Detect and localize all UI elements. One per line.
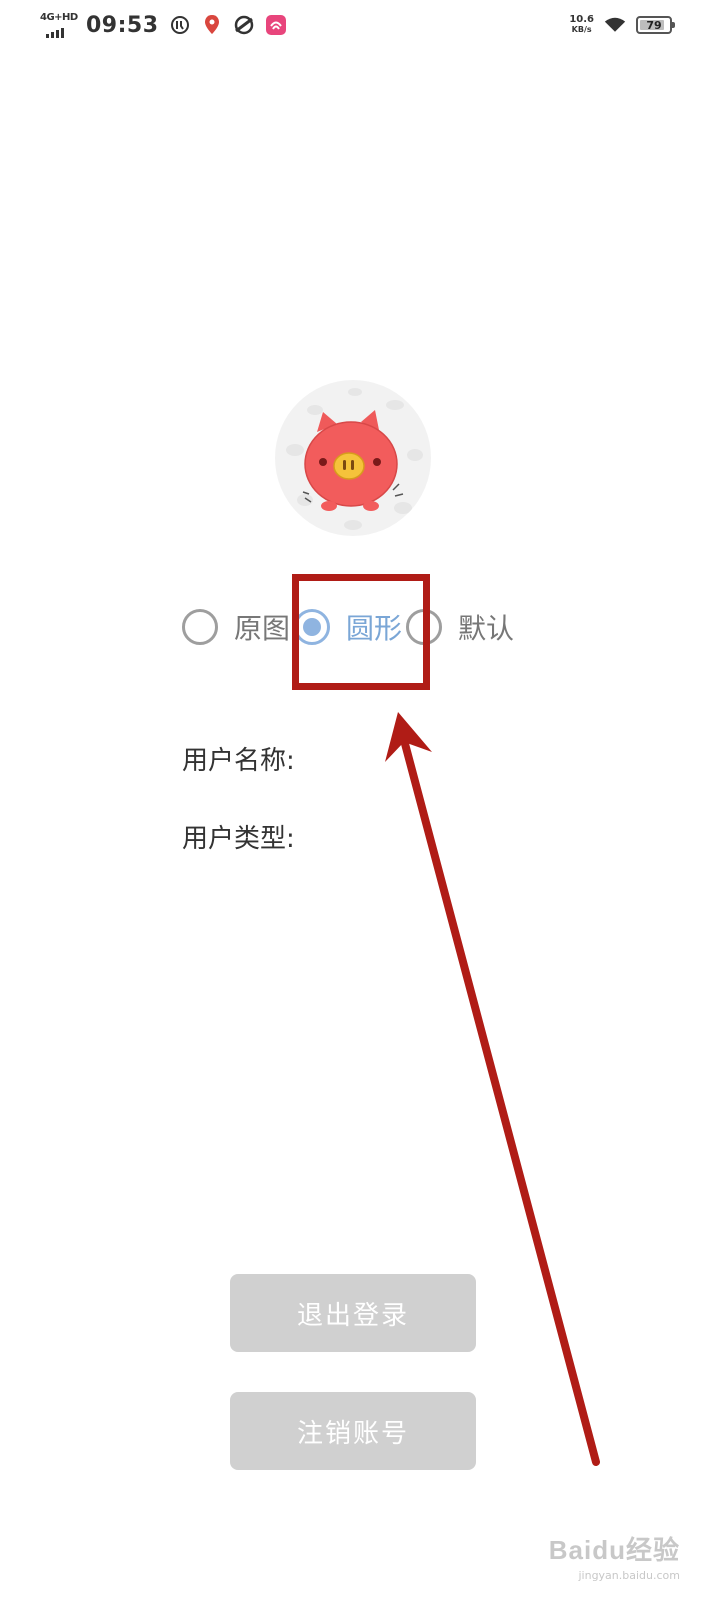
baidu-jingyan-watermark: Baidu经验 jingyan.baidu.com <box>549 1530 680 1582</box>
annotation-highlight-box <box>292 574 430 690</box>
cancel-account-button[interactable]: 注销账号 <box>230 1392 476 1470</box>
username-label: 用户名称: <box>182 746 295 776</box>
status-bar: 4G+HD 09:53 10.6 KB/s 79 <box>0 0 720 56</box>
radio-option-original[interactable]: 原图 <box>182 607 290 647</box>
clock-time: 09:53 <box>86 12 159 38</box>
radio-button[interactable] <box>182 609 218 645</box>
logout-button[interactable]: 退出登录 <box>230 1274 476 1352</box>
speed-value: 10.6 <box>569 14 594 25</box>
battery-level: 79 <box>646 18 662 32</box>
network-speed: 10.6 KB/s <box>569 15 594 35</box>
pig-avatar-icon <box>286 388 423 530</box>
cellular-signal-icon: 4G+HD <box>40 12 78 38</box>
speed-unit: KB/s <box>571 25 592 34</box>
wifi-icon <box>604 14 626 36</box>
app-notification-icon <box>265 14 287 36</box>
watermark-url: jingyan.baidu.com <box>578 1569 680 1582</box>
radio-label: 默认 <box>458 612 515 645</box>
watermark-logo: Baidu经验 <box>548 1535 680 1565</box>
usertype-label: 用户类型: <box>182 824 295 854</box>
sync-icon <box>233 14 255 36</box>
battery-icon: 79 <box>636 16 675 34</box>
network-type: 4G+HD <box>40 12 78 23</box>
radio-label: 原图 <box>234 612 291 645</box>
user-avatar[interactable] <box>275 380 431 536</box>
location-pin-icon <box>201 14 223 36</box>
data-saver-icon <box>169 14 191 36</box>
annotation-arrow-icon <box>385 712 600 1466</box>
